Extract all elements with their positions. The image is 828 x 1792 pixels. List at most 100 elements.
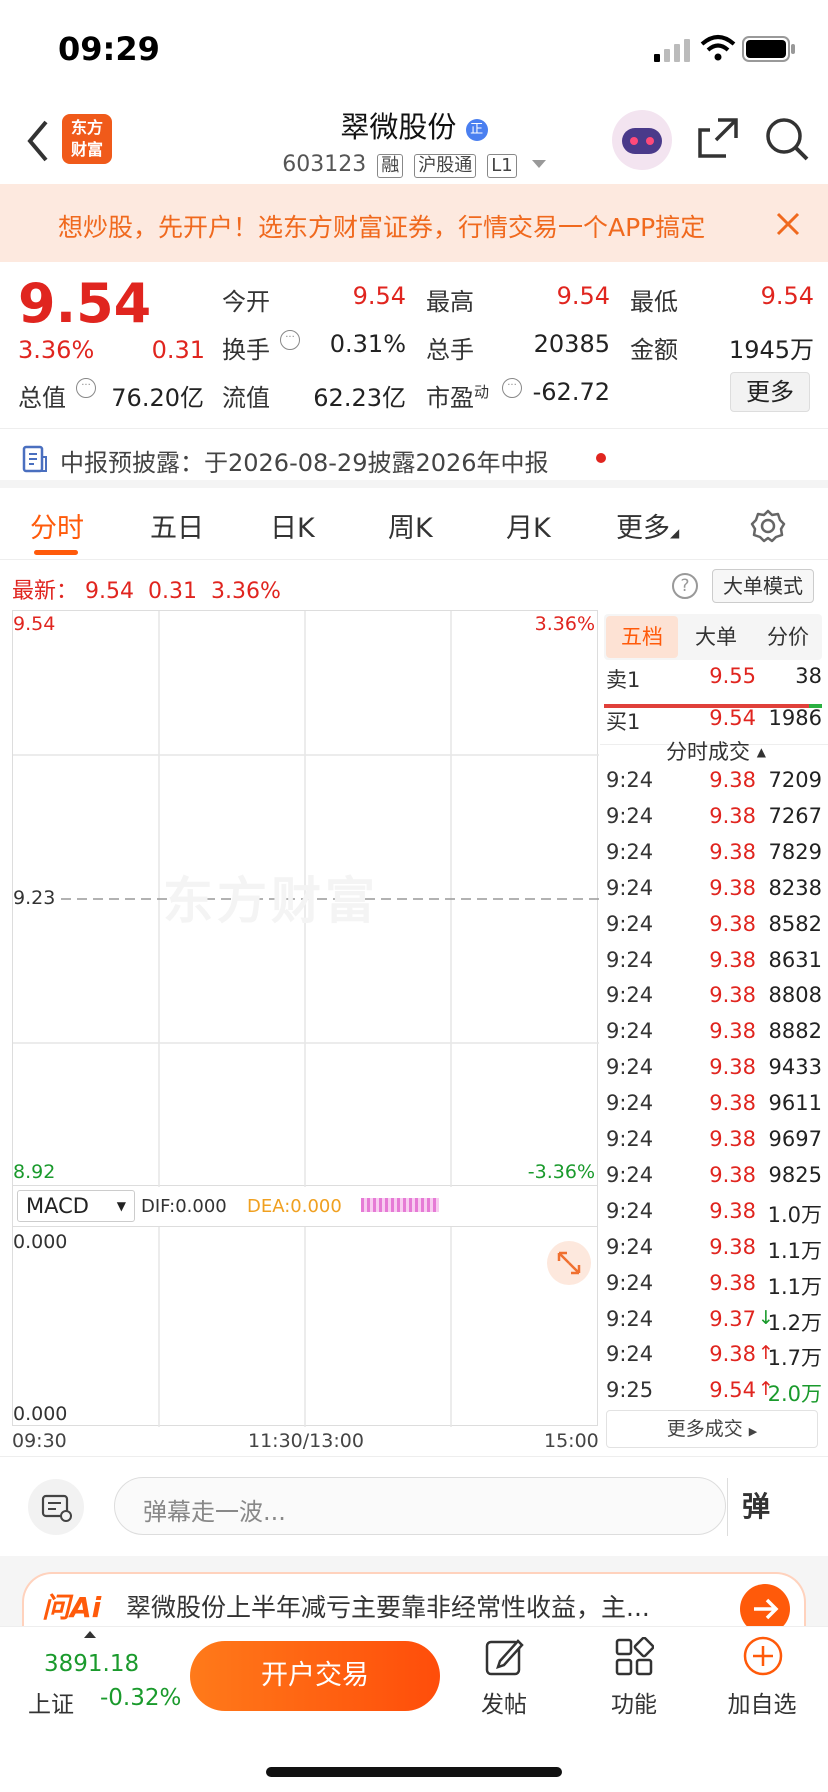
trade-volume: 1.2万 xyxy=(767,1310,822,1335)
y-axis-bottom: 8.92 xyxy=(13,1161,56,1183)
tab-level5[interactable]: 五档 xyxy=(606,616,678,658)
high-label: 最高 xyxy=(426,288,474,316)
add-watch-plus-icon[interactable] xyxy=(742,1635,784,1677)
danmaku-row: 弹幕走一波... 弹 xyxy=(0,1456,828,1552)
search-icon[interactable] xyxy=(764,116,810,162)
low-label: 最低 xyxy=(630,288,678,316)
trade-volume: 7829 xyxy=(768,839,822,864)
trade-time: 9:24 xyxy=(606,1127,654,1151)
trade-volume: 9825 xyxy=(768,1162,822,1187)
trade-volume: 8631 xyxy=(768,947,822,972)
stock-badge: 正 xyxy=(465,119,488,141)
help-icon[interactable]: ? xyxy=(672,573,698,599)
dropdown-triangle-icon[interactable] xyxy=(531,160,546,168)
more-trades-button[interactable]: 更多成交 ▶ xyxy=(606,1410,818,1448)
trade-volume: 8882 xyxy=(768,1019,822,1044)
settings-gear-icon[interactable] xyxy=(750,508,786,544)
trade-volume: 1.7万 xyxy=(767,1346,822,1371)
trade-time: 9:24 xyxy=(606,983,654,1008)
post-edit-icon[interactable] xyxy=(484,1637,524,1677)
trade-price: 9.38 xyxy=(709,839,756,864)
trade-time: 9:24 xyxy=(606,1234,654,1259)
amount-value: 1945万 xyxy=(728,336,814,364)
robot-assistant-icon[interactable] xyxy=(612,110,672,170)
info-dots-icon[interactable]: ··· xyxy=(76,378,96,398)
ai-summary-card[interactable]: 问Ai 翠微股份上半年减亏主要靠非经常性收益，主... xyxy=(22,1572,806,1634)
macd-redacted-value xyxy=(361,1198,439,1212)
trade-price: 9.38 xyxy=(709,1342,756,1367)
functions-grid-icon[interactable] xyxy=(614,1637,654,1677)
float-label: 流值 xyxy=(222,384,270,412)
trade-price: 9.38 xyxy=(709,1270,756,1295)
trade-price: 9.38 xyxy=(709,1198,756,1223)
danmaku-input[interactable]: 弹幕走一波... xyxy=(114,1477,728,1536)
pct-axis-top: 3.36% xyxy=(534,613,595,635)
ai-bar: 问Ai 翠微股份上半年减亏主要靠非经常性收益，主... xyxy=(0,1556,828,1634)
ai-logo: 问Ai xyxy=(42,1591,102,1624)
info-dots-icon[interactable]: ··· xyxy=(280,330,300,350)
macd-chart[interactable]: 0.000 0.000 xyxy=(12,1226,598,1427)
tab-daily-k[interactable]: 日K xyxy=(270,506,315,545)
trade-row: 9:24 9.38 1.0万 xyxy=(600,1199,822,1235)
change-pct: 3.36% xyxy=(18,336,95,364)
trade-time: 9:24 xyxy=(606,839,654,864)
trade-row: 9:24 9.38 9433 xyxy=(600,1055,822,1091)
trade-volume: 8582 xyxy=(768,911,822,936)
trade-volume: 9433 xyxy=(768,1055,822,1080)
index-expand-arrow-icon[interactable] xyxy=(84,1631,96,1638)
tab-big-orders[interactable]: 大单 xyxy=(680,616,752,658)
trade-time: 9:24 xyxy=(606,1306,654,1331)
expand-icon[interactable] xyxy=(547,1241,591,1285)
trade-row: 9:24 9.38 7209 xyxy=(600,768,822,804)
tab-weekly-k[interactable]: 周K xyxy=(388,506,433,545)
trade-time: 9:24 xyxy=(606,768,654,792)
tab-more[interactable]: 更多◢ xyxy=(616,506,679,545)
pct-axis-bottom: -3.36% xyxy=(527,1161,595,1183)
close-icon[interactable] xyxy=(776,212,800,236)
danmaku-settings-icon[interactable] xyxy=(28,1479,84,1535)
index-name: 上证 xyxy=(28,1692,74,1718)
trades-title[interactable]: 分时成交 ▲ xyxy=(666,736,806,766)
chart-tabs: 分时 五日 日K 周K 月K 更多◢ xyxy=(0,494,828,560)
quote-panel: 9.54 3.36% 0.31 今开 9.54 最高 9.54 最低 9.54 … xyxy=(0,262,828,422)
tag-level: L1 xyxy=(487,154,517,178)
amount-label: 金额 xyxy=(630,336,678,364)
tag-margin: 融 xyxy=(377,154,404,178)
document-icon xyxy=(22,445,47,473)
open-label: 今开 xyxy=(222,288,270,316)
more-quote-button[interactable]: 更多 xyxy=(730,372,810,412)
tab-monthly-k[interactable]: 月K xyxy=(506,506,551,545)
tab-5day[interactable]: 五日 xyxy=(150,506,204,545)
functions-label[interactable]: 功能 xyxy=(584,1685,684,1719)
tab-price-distribution[interactable]: 分价 xyxy=(752,616,824,658)
dif-value: DIF:0.000 xyxy=(141,1196,227,1217)
watermark: 东方财富 xyxy=(163,872,379,930)
trade-volume: 9697 xyxy=(768,1127,822,1151)
macd-select[interactable]: MACD ▼ xyxy=(17,1190,135,1222)
trade-volume: 2.0万 xyxy=(767,1382,822,1407)
macd-axis-bottom: 0.000 xyxy=(13,1403,68,1425)
y-axis-mid: 9.23 xyxy=(13,887,56,909)
time-axis-start: 09:30 xyxy=(12,1430,67,1452)
promo-banner[interactable]: 想炒股，先开户！选东方财富证券，行情交易一个APP搞定 xyxy=(0,184,828,262)
index-value[interactable]: 3891.18 xyxy=(44,1651,139,1677)
danmaku-toggle-button[interactable]: 弹 xyxy=(742,1485,770,1525)
share-icon[interactable] xyxy=(696,116,740,160)
high-value: 9.54 xyxy=(556,282,610,310)
post-label[interactable]: 发帖 xyxy=(454,1685,554,1719)
trade-volume: 1.1万 xyxy=(767,1274,822,1299)
trade-price: 9.38 xyxy=(709,1019,756,1044)
intraday-chart[interactable]: 东方财富 9.54 3.36% 9.23 8.92 -3.36% xyxy=(12,610,599,1187)
low-value: 9.54 xyxy=(760,282,814,310)
unread-dot xyxy=(596,453,606,463)
add-watch-label[interactable]: 加自选 xyxy=(712,1685,812,1719)
tab-intraday[interactable]: 分时 xyxy=(30,506,84,545)
open-account-button[interactable]: 开户交易 xyxy=(190,1641,440,1711)
big-order-mode-button[interactable]: 大单模式 xyxy=(712,569,814,603)
stock-name: 翠微股份 xyxy=(340,110,457,144)
danmaku-placeholder: 弹幕走一波... xyxy=(143,1498,286,1526)
trade-price: 9.54 xyxy=(709,1378,756,1403)
order-book-panel: 五档 大单 分价 卖1 9.55 38 买1 9.54 1986 分时成交 ▲ … xyxy=(600,610,828,1450)
trade-row: 9:24 9.38 8882 xyxy=(600,1019,822,1055)
announcement-row[interactable]: 中报预披露：于2026-08-29披露2026年中报 xyxy=(0,428,828,488)
